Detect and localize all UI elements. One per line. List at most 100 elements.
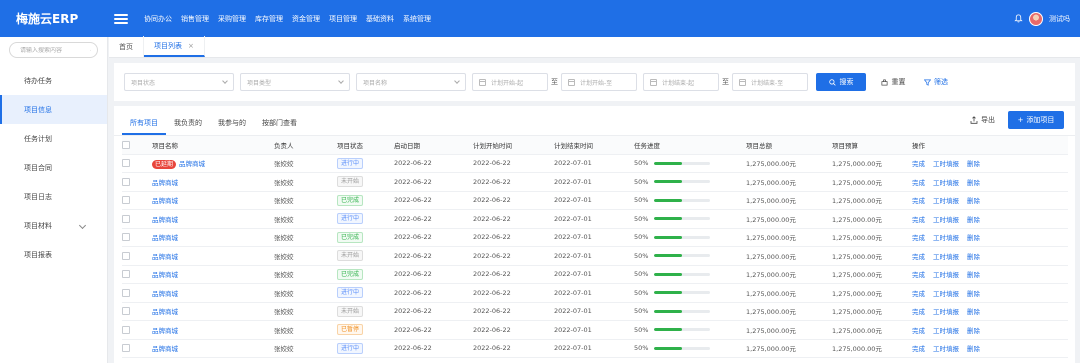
nav-item-purchase[interactable]: 采购管理	[218, 14, 246, 24]
delete-link[interactable]: 删除	[967, 216, 980, 224]
search-icon[interactable]	[90, 47, 91, 54]
table-row[interactable]: 品牌商城 张姣姣 未开始 2022-06-22 2022-06-22 2022-07-01…	[122, 246, 1068, 266]
table-row[interactable]: 品牌商城 张姣姣 已完成 2022-06-22 2022-06-22 2022-07-01…	[122, 265, 1068, 284]
nav-item-project[interactable]: 项目管理	[329, 14, 357, 24]
table-row[interactable]: 品牌商城 张姣姣 已暂停 2022-06-22 2022-06-22 2022-07-01…	[122, 320, 1068, 340]
complete-link[interactable]: 完成	[912, 253, 925, 261]
nav-item-collab[interactable]: 协同办公	[144, 14, 172, 24]
status-select[interactable]: 项目状态	[124, 73, 234, 91]
complete-link[interactable]: 完成	[912, 216, 925, 224]
sidebar-item-materials[interactable]: 项目材料	[0, 211, 107, 240]
name-select[interactable]: 项目名称	[356, 73, 466, 91]
delete-link[interactable]: 删除	[967, 327, 980, 335]
row-checkbox[interactable]	[122, 214, 130, 223]
complete-link[interactable]: 完成	[912, 308, 925, 316]
table-row[interactable]: 已延期 品牌商城 张姣姣 进行中 2022-06-22 2022-06-22 2022-07…	[122, 154, 1068, 173]
complete-link[interactable]: 完成	[912, 345, 925, 353]
nav-item-system[interactable]: 系统管理	[403, 14, 431, 24]
search-button[interactable]: 搜索	[816, 73, 866, 91]
delete-link[interactable]: 删除	[967, 290, 980, 298]
plan-end-from-field[interactable]: 计划结束-起	[643, 73, 719, 91]
add-project-button[interactable]: + 添加项目	[1008, 111, 1064, 129]
column-header-total[interactable]: 项目总额	[746, 136, 832, 155]
sidebar-item-task-plan[interactable]: 任务计划	[0, 124, 107, 153]
nav-item-finance[interactable]: 资金管理	[292, 14, 320, 24]
timesheet-link[interactable]: 工时填报	[933, 327, 959, 335]
bell-icon[interactable]	[1014, 14, 1023, 23]
filter-button[interactable]: 筛选	[916, 73, 956, 91]
column-header-progress[interactable]: 任务进度	[634, 136, 746, 155]
row-checkbox[interactable]	[122, 288, 130, 297]
tab-my-responsible[interactable]: 我负责的	[166, 118, 210, 135]
project-name-link[interactable]: 品牌商城	[152, 197, 178, 205]
row-checkbox[interactable]	[122, 270, 130, 279]
project-name-link[interactable]: 品牌商城	[152, 271, 178, 279]
complete-link[interactable]: 完成	[912, 197, 925, 205]
row-checkbox[interactable]	[122, 307, 130, 316]
project-name-link[interactable]: 品牌商城	[152, 345, 178, 353]
tab-home[interactable]: 首页	[109, 36, 144, 57]
tab-my-participating[interactable]: 我参与的	[210, 118, 254, 135]
table-row[interactable]: 品牌商城 张姣姣 未开始 2022-06-22 2022-06-22 2022-07-01…	[122, 172, 1068, 192]
delete-link[interactable]: 删除	[967, 197, 980, 205]
delete-link[interactable]: 删除	[967, 179, 980, 187]
column-header-plan-end[interactable]: 计划结束时间	[554, 136, 634, 155]
nav-item-master-data[interactable]: 基础资料	[366, 14, 394, 24]
export-button[interactable]: 导出	[970, 115, 995, 125]
row-checkbox[interactable]	[122, 233, 130, 242]
select-all-checkbox[interactable]	[122, 140, 130, 149]
row-checkbox[interactable]	[122, 344, 130, 353]
column-header-budget[interactable]: 项目预算	[832, 136, 912, 155]
column-header-start-date[interactable]: 启动日期	[394, 136, 473, 155]
complete-link[interactable]: 完成	[912, 271, 925, 279]
delete-link[interactable]: 删除	[967, 308, 980, 316]
row-checkbox[interactable]	[122, 325, 130, 334]
timesheet-link[interactable]: 工时填报	[933, 271, 959, 279]
project-name-link[interactable]: 品牌商城	[152, 253, 178, 261]
sidebar-item-log[interactable]: 项目日志	[0, 182, 107, 211]
table-row[interactable]: 品牌商城 张姣姣 已完成 2022-06-22 2022-06-22 2022-07-01…	[122, 228, 1068, 247]
sidebar-item-project-info[interactable]: 项目信息	[0, 95, 107, 124]
menu-toggle-icon[interactable]	[114, 13, 128, 24]
delete-link[interactable]: 删除	[967, 160, 980, 168]
row-checkbox[interactable]	[122, 196, 130, 205]
project-name-link[interactable]: 品牌商城	[152, 216, 178, 224]
avatar[interactable]	[1029, 11, 1043, 26]
table-row[interactable]: 品牌商城 张姣姣 未开始 2022-06-22 2022-06-22 2022-07-01…	[122, 302, 1068, 321]
project-name-link[interactable]: 品牌商城	[152, 179, 178, 187]
app-logo[interactable]: 梅施云ERP	[0, 10, 108, 27]
delete-link[interactable]: 删除	[967, 253, 980, 261]
username[interactable]: 测试吗	[1049, 14, 1070, 24]
complete-link[interactable]: 完成	[912, 327, 925, 335]
column-header-name[interactable]: 项目名称	[152, 136, 274, 155]
timesheet-link[interactable]: 工时填报	[933, 308, 959, 316]
delete-link[interactable]: 删除	[967, 345, 980, 353]
timesheet-link[interactable]: 工时填报	[933, 253, 959, 261]
delete-link[interactable]: 删除	[967, 271, 980, 279]
nav-item-inventory[interactable]: 库存管理	[255, 14, 283, 24]
tab-all-projects[interactable]: 所有项目	[122, 118, 166, 135]
search-input[interactable]	[20, 46, 90, 54]
timesheet-link[interactable]: 工时填报	[933, 160, 959, 168]
complete-link[interactable]: 完成	[912, 290, 925, 298]
timesheet-link[interactable]: 工时填报	[933, 345, 959, 353]
delete-link[interactable]: 删除	[967, 234, 980, 242]
project-name-link[interactable]: 品牌商城	[152, 290, 178, 298]
project-name-link[interactable]: 品牌商城	[152, 327, 178, 335]
reset-button[interactable]: 重置	[870, 73, 916, 91]
timesheet-link[interactable]: 工时填报	[933, 234, 959, 242]
type-select[interactable]: 项目类型	[240, 73, 350, 91]
plan-start-to-field[interactable]: 计划开始-至	[561, 73, 637, 91]
project-name-link[interactable]: 品牌商城	[179, 160, 205, 168]
plan-start-from-field[interactable]: 计划开始-起	[472, 73, 548, 91]
row-checkbox[interactable]	[122, 159, 130, 168]
table-row[interactable]: 品牌商城 张姣姣 已完成 2022-06-22 2022-06-22 2022-07-01…	[122, 191, 1068, 210]
column-header-owner[interactable]: 负责人	[274, 136, 337, 155]
table-row[interactable]: 品牌商城 张姣姣 进行中 2022-06-22 2022-06-22 2022-07-01…	[122, 283, 1068, 303]
sidebar-item-reports[interactable]: 项目报表	[0, 240, 107, 269]
close-icon[interactable]: ×	[188, 42, 194, 50]
complete-link[interactable]: 完成	[912, 234, 925, 242]
table-row[interactable]: 品牌商城 张姣姣 进行中 2022-06-22 2022-06-22 2022-07-01…	[122, 339, 1068, 358]
timesheet-link[interactable]: 工时填报	[933, 290, 959, 298]
project-name-link[interactable]: 品牌商城	[152, 308, 178, 316]
